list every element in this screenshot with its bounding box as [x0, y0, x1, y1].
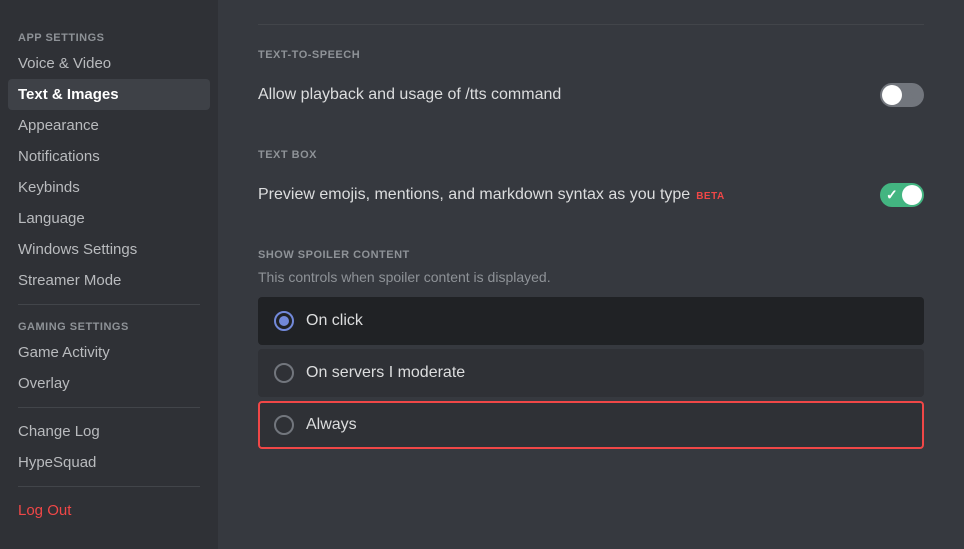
sidebar-divider-2 — [18, 407, 200, 408]
radio-circle-on-click — [274, 311, 294, 331]
main-content: TEXT-TO-SPEECH Allow playback and usage … — [218, 0, 964, 549]
spoiler-section: SHOW SPOILER CONTENT This controls when … — [258, 249, 924, 449]
sidebar: APP SETTINGS Voice & Video Text & Images… — [0, 0, 218, 549]
top-divider — [258, 24, 924, 25]
tts-toggle-knob — [882, 85, 902, 105]
radio-option-on-click[interactable]: On click — [258, 297, 924, 345]
radio-option-on-servers[interactable]: On servers I moderate — [258, 349, 924, 397]
sidebar-item-hypesquad[interactable]: HypeSquad — [8, 447, 210, 478]
sidebar-item-windows-settings[interactable]: Windows Settings — [8, 234, 210, 265]
tts-section-label: TEXT-TO-SPEECH — [258, 49, 924, 61]
textbox-toggle-knob — [902, 185, 922, 205]
sidebar-item-change-log[interactable]: Change Log — [8, 416, 210, 447]
radio-label-on-click: On click — [306, 312, 363, 330]
tts-setting-text: Allow playback and usage of /tts command — [258, 86, 880, 104]
textbox-toggle-check-icon: ✓ — [886, 187, 898, 204]
gaming-settings-label: GAMING SETTINGS — [8, 313, 210, 337]
sidebar-divider-1 — [18, 304, 200, 305]
sidebar-item-streamer-mode[interactable]: Streamer Mode — [8, 265, 210, 296]
textbox-toggle[interactable]: ✓ — [880, 183, 924, 207]
textbox-setting-text: Preview emojis, mentions, and markdown s… — [258, 186, 880, 204]
sidebar-item-overlay[interactable]: Overlay — [8, 368, 210, 399]
sidebar-item-keybinds[interactable]: Keybinds — [8, 172, 210, 203]
sidebar-item-language[interactable]: Language — [8, 203, 210, 234]
textbox-setting-row: Preview emojis, mentions, and markdown s… — [258, 169, 924, 221]
radio-circle-on-servers — [274, 363, 294, 383]
radio-option-always[interactable]: Always — [258, 401, 924, 449]
radio-label-always: Always — [306, 416, 357, 434]
sidebar-divider-3 — [18, 486, 200, 487]
tts-section: TEXT-TO-SPEECH Allow playback and usage … — [258, 49, 924, 121]
radio-label-on-servers: On servers I moderate — [306, 364, 465, 382]
textbox-section: TEXT BOX Preview emojis, mentions, and m… — [258, 149, 924, 221]
beta-badge: BETA — [696, 191, 724, 202]
tts-toggle-x-icon: ✕ — [904, 87, 916, 104]
app-settings-label: APP SETTINGS — [8, 24, 210, 48]
spoiler-section-label: SHOW SPOILER CONTENT — [258, 249, 924, 261]
sidebar-item-notifications[interactable]: Notifications — [8, 141, 210, 172]
tts-setting-row: Allow playback and usage of /tts command… — [258, 69, 924, 121]
sidebar-item-game-activity[interactable]: Game Activity — [8, 337, 210, 368]
sidebar-item-voice-video[interactable]: Voice & Video — [8, 48, 210, 79]
sidebar-item-text-images[interactable]: Text & Images — [8, 79, 210, 110]
sidebar-item-appearance[interactable]: Appearance — [8, 110, 210, 141]
tts-toggle[interactable]: ✕ — [880, 83, 924, 107]
textbox-section-label: TEXT BOX — [258, 149, 924, 161]
logout-button[interactable]: Log Out — [8, 495, 210, 526]
spoiler-description: This controls when spoiler content is di… — [258, 269, 924, 285]
radio-circle-always — [274, 415, 294, 435]
